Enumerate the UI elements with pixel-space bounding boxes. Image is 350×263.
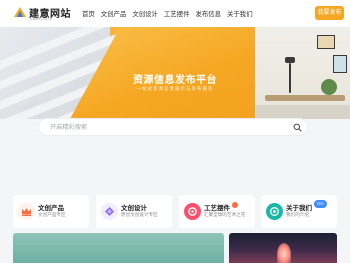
logo-icon [14, 7, 26, 17]
hot-badge-icon [232, 202, 238, 208]
card-title: 关于我们 [286, 205, 312, 212]
search-input[interactable] [50, 121, 280, 134]
shelf-icon [265, 95, 345, 101]
card-about-us[interactable]: 关于我们 GO 我们的介绍 [261, 195, 337, 228]
card-desc: 我们的介绍 [286, 212, 309, 217]
category-cards: 文创产品 文创产品专区 文创设计 原创文创设计专区 工艺摆件 汇聚全球的艺术之花… [13, 195, 337, 228]
card-desc: 汇聚全球的艺术之花 [204, 212, 246, 217]
top-header: 建意网站 JIANYI SITE 首页 文创产品 文创设计 工艺摆件 发布信息 … [0, 0, 350, 27]
page: 建意网站 JIANYI SITE 首页 文创产品 文创设计 工艺摆件 发布信息 … [0, 0, 350, 263]
card-desc: 原创文创设计专区 [121, 212, 158, 217]
featured-image-right[interactable] [229, 233, 337, 263]
logo-subtext: JIANYI SITE [30, 17, 53, 21]
light-glow-icon [277, 243, 291, 263]
nav-item-home[interactable]: 首页 [82, 9, 95, 18]
nav-item-publish-info[interactable]: 发布信息 [195, 9, 221, 18]
nav-item-crafts[interactable]: 工艺摆件 [164, 9, 190, 18]
card-crafts[interactable]: 工艺摆件 汇聚全球的艺术之花 [179, 195, 255, 228]
ring-icon [184, 203, 201, 220]
info-icon [266, 203, 283, 220]
card-title: 文创设计 [121, 205, 147, 212]
crown-icon [18, 203, 35, 220]
nav-item-design[interactable]: 文创设计 [132, 9, 158, 18]
nav-item-about[interactable]: 关于我们 [227, 9, 253, 18]
card-title: 文创产品 [38, 205, 64, 212]
card-cultural-products[interactable]: 文创产品 文创产品专区 [13, 195, 89, 228]
card-title: 工艺摆件 [204, 205, 230, 212]
hero-banner: 资源信息发布平台 一站式资源信息展示与发布服务 [0, 27, 350, 119]
nav-item-products[interactable]: 文创产品 [101, 9, 127, 18]
main-nav: 首页 文创产品 文创设计 工艺摆件 发布信息 关于我们 [82, 0, 259, 27]
hero-title: 资源信息发布平台 [133, 75, 217, 86]
diamond-icon [101, 203, 118, 220]
search-bar [38, 118, 308, 136]
go-badge[interactable]: GO [314, 200, 327, 208]
featured-image-left[interactable] [13, 233, 224, 263]
search-icon[interactable] [293, 123, 302, 132]
hero-subtitle: 一站式资源信息展示与发布服务 [136, 87, 214, 92]
picture-frame-icon [317, 35, 335, 49]
logo[interactable]: 建意网站 JIANYI SITE [13, 5, 77, 23]
card-desc: 文创产品专区 [38, 212, 66, 217]
publish-button[interactable]: 我要发布 [315, 6, 344, 20]
card-cultural-design[interactable]: 文创设计 原创文创设计专区 [96, 195, 172, 228]
